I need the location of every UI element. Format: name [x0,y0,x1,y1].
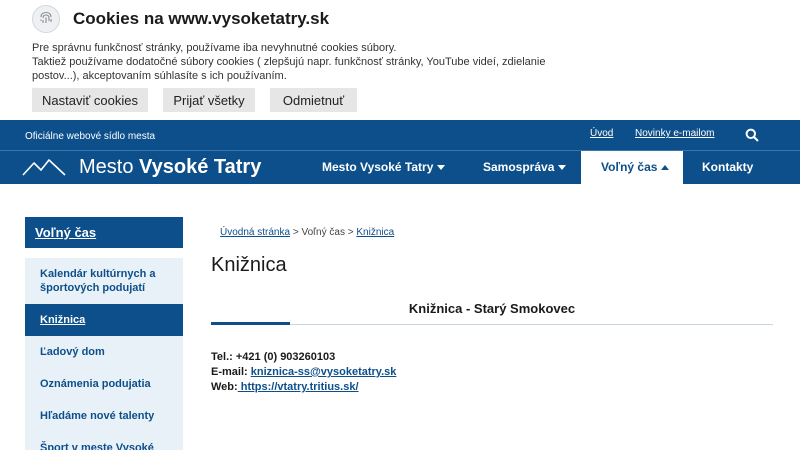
sidebar-item-kniznica[interactable]: Knižnica [25,304,183,336]
cookie-title: Cookies na www.vysoketatry.sk [73,9,330,28]
home-link[interactable]: Úvod [590,128,613,139]
cookie-accept-button[interactable]: Prijať všetky [163,88,255,112]
sidebar-item-ladovy-dom[interactable]: Ľadový dom [25,345,183,359]
breadcrumb-separator: > [344,227,357,238]
cookie-text: Pre správnu funkčnosť stránky, používame… [32,41,572,83]
top-bar: Oficiálne webové sídlo mesta Úvod Novink… [0,120,800,150]
page-title: Knižnica [211,254,287,276]
official-site-label: Oficiálne webové sídlo mesta [25,131,156,142]
breadcrumb-current-link[interactable]: Knižnica [356,227,394,238]
sidebar-item-talenty[interactable]: Hľadáme nové talenty [25,409,183,423]
nav-item-label: Mesto Vysoké Tatry [322,160,434,174]
sidebar-item-oznamenia[interactable]: Oznámenia podujatia [25,377,183,391]
breadcrumb-section: Voľný čas [301,227,345,238]
nav-item-kontakty[interactable]: Kontakty [702,151,753,184]
phone-row: Tel.: +421 (0) 903260103 [211,351,335,363]
phone-value: +421 (0) 903260103 [235,351,336,363]
email-row: E-mail: kniznica-ss@vysoketatry.sk [211,366,396,378]
cookie-reject-button[interactable]: Odmietnuť [270,88,357,112]
mountain-logo-icon[interactable] [22,157,66,177]
chevron-down-icon [558,165,567,171]
sidebar-heading[interactable]: Voľný čas [25,217,183,248]
nav-item-label: Samospráva [483,160,555,174]
main-nav: Mesto Vysoké Tatry Mesto Vysoké Tatry Sa… [0,150,800,184]
nav-item-mesto[interactable]: Mesto Vysoké Tatry [322,151,446,184]
cookie-text-line1: Pre správnu funkčnosť stránky, používame… [32,42,397,54]
cookie-text-line2: Taktiež používame dodatočné súbory cooki… [32,56,546,82]
tab-active-indicator [211,322,290,325]
tab-kniznica-smokovec[interactable]: Knižnica - Starý Smokovec [211,301,773,316]
cookie-banner: Cookies na www.vysoketatry.sk Pre správn… [0,0,800,120]
cookie-settings-button[interactable]: Nastaviť cookies [32,88,148,112]
logo-prefix: Mesto [79,156,140,178]
phone-label: Tel.: [211,351,236,363]
web-link[interactable]: https://vtatry.tritius.sk/ [238,381,359,393]
chevron-down-icon [437,165,446,171]
tab-divider [211,324,773,325]
search-icon[interactable] [745,128,759,142]
email-label: E-mail: [211,366,251,378]
web-label: Web: [211,381,238,393]
nav-item-samosprava[interactable]: Samospráva [483,151,567,184]
sidebar-item-sport[interactable]: Šport v meste Vysoké [25,441,183,450]
sidebar-item-kalendar[interactable]: Kalendár kultúrnych a športových podujat… [25,267,183,297]
breadcrumb-home-link[interactable]: Úvodná stránka [220,227,290,238]
web-row: Web: https://vtatry.tritius.sk/ [211,381,359,393]
site-logo[interactable]: Mesto Vysoké Tatry [79,156,261,179]
chevron-up-icon [661,165,670,171]
breadcrumb: Úvodná stránka > Voľný čas > Knižnica [220,227,394,238]
fingerprint-icon [32,5,60,33]
logo-name: Vysoké Tatry [139,156,262,178]
sidebar-menu: Kalendár kultúrnych a športových podujat… [25,258,183,450]
newsletter-link[interactable]: Novinky e-mailom [635,128,714,139]
breadcrumb-separator: > [290,227,302,238]
nav-item-volny-cas[interactable]: Voľný čas [581,151,683,184]
nav-item-label: Kontakty [702,160,754,174]
nav-item-label: Voľný čas [601,160,658,174]
email-link[interactable]: kniznica-ss@vysoketatry.sk [251,366,397,378]
